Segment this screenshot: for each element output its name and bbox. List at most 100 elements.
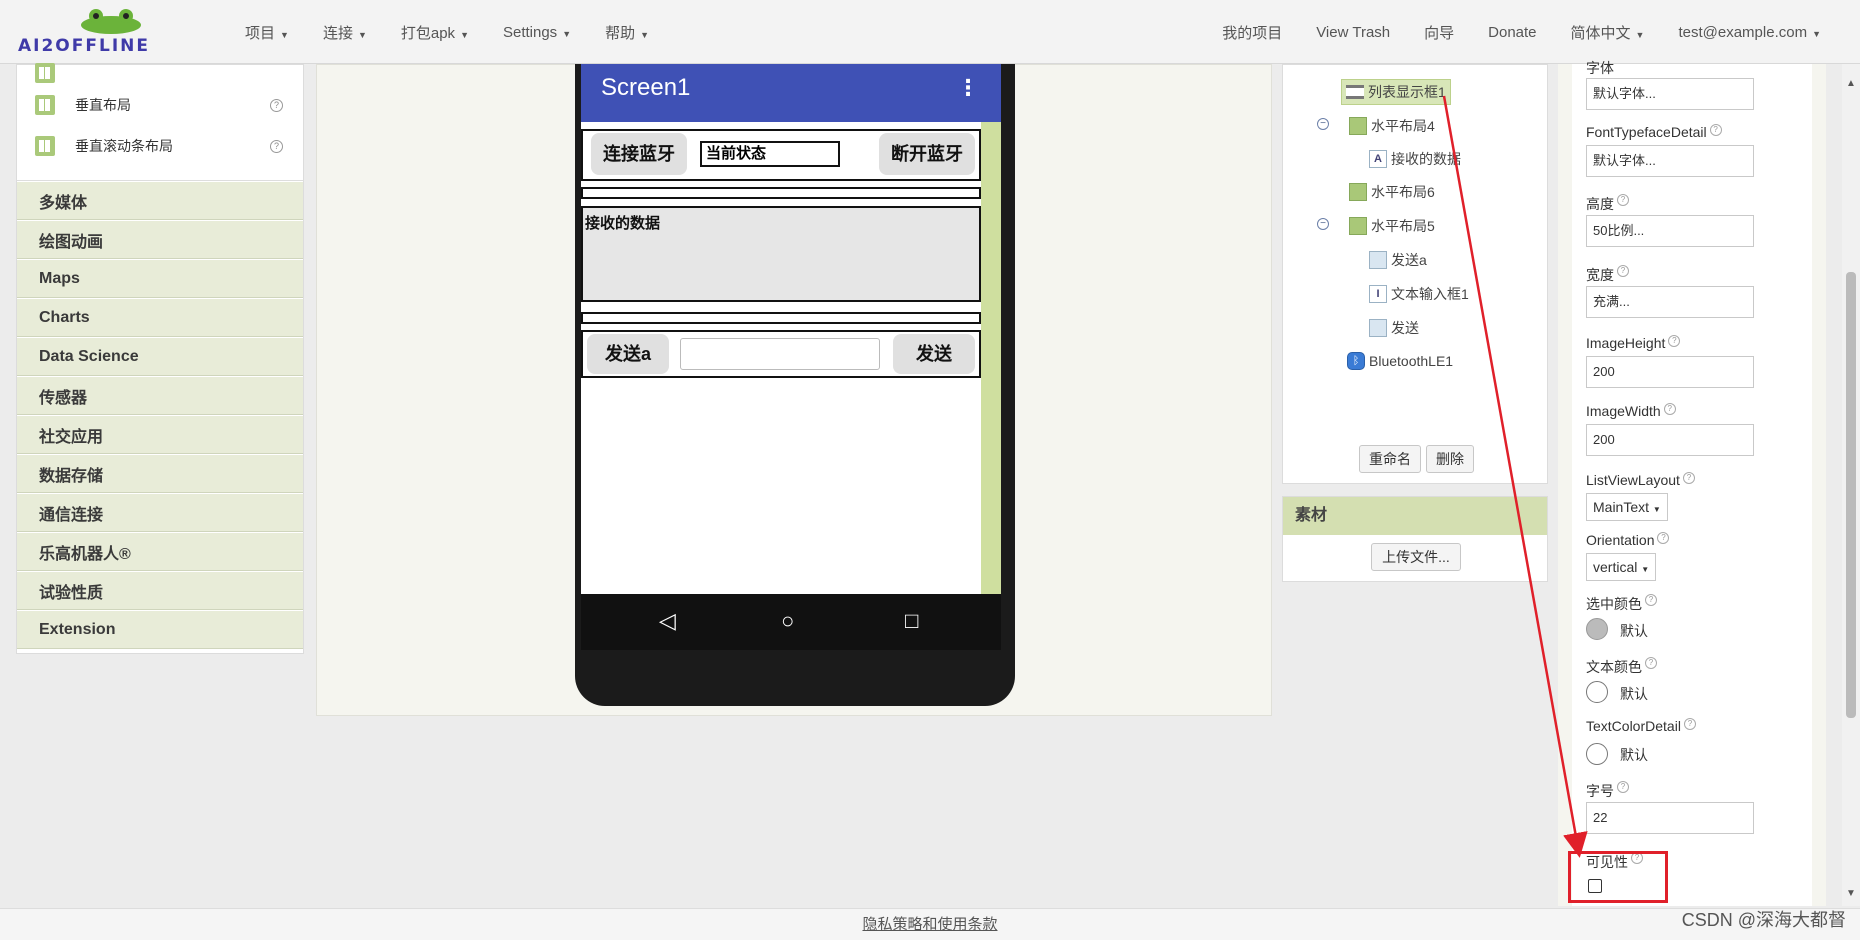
horizontal-arrangement-5[interactable]: 发送a 发送 (581, 330, 981, 378)
delete-button[interactable]: 删除 (1426, 445, 1474, 473)
tree-node-received-label[interactable]: A 接收的数据 (1369, 149, 1461, 169)
horizontal-arrangement-empty-2[interactable] (581, 312, 981, 324)
back-icon[interactable]: ◁ (659, 608, 676, 634)
overflow-menu-icon[interactable]: ⋮ (957, 64, 979, 112)
category-maps[interactable]: Maps (17, 259, 303, 298)
image-height-label: ImageHeight? (1586, 335, 1681, 351)
menu-connect[interactable]: 连接 ▼ (306, 22, 384, 43)
tree-node-horizontal6[interactable]: 水平布局6 (1349, 182, 1435, 202)
tree-node-send[interactable]: 发送 (1369, 318, 1419, 338)
button-icon (1369, 251, 1387, 269)
palette-item-vertical-scroll-arrangement[interactable]: 垂直滚动条布局 ? (35, 132, 297, 160)
account-menu[interactable]: test@example.com ▼ (1661, 24, 1838, 41)
listview-layout-select[interactable]: MainText ▼ (1586, 493, 1668, 521)
font-size-field[interactable]: 22 (1586, 802, 1754, 834)
palette-item-label: 垂直布局 (75, 97, 131, 113)
menu-settings[interactable]: Settings ▼ (486, 24, 588, 41)
home-icon[interactable]: ○ (781, 608, 794, 634)
horizontal-arrangement-empty-1[interactable] (581, 187, 981, 199)
font-field[interactable]: 默认字体... (1586, 78, 1754, 110)
collapse-toggle-icon[interactable]: − (1317, 118, 1329, 130)
height-field[interactable]: 50比例... (1586, 215, 1754, 247)
help-icon[interactable]: ? (1645, 594, 1657, 606)
orientation-label: Orientation? (1586, 532, 1670, 548)
send-button[interactable]: 发送 (893, 334, 975, 374)
scroll-down-icon[interactable]: ▼ (1846, 888, 1856, 899)
menu-help[interactable]: 帮助 ▼ (588, 22, 666, 43)
horizontal-arrangement-1[interactable]: 连接蓝牙 当前状态 断开蓝牙 (581, 129, 981, 181)
image-height-field[interactable]: 200 (1586, 356, 1754, 388)
tree-node-label: 水平布局4 (1371, 118, 1435, 134)
help-icon[interactable]: ? (270, 98, 283, 112)
help-icon[interactable]: ? (270, 139, 283, 153)
view-trash-link[interactable]: View Trash (1299, 24, 1407, 41)
connect-bluetooth-button[interactable]: 连接蓝牙 (591, 133, 687, 175)
category-lego[interactable]: 乐高机器人® (17, 532, 303, 571)
disconnect-bluetooth-button[interactable]: 断开蓝牙 (879, 133, 975, 175)
tree-node-label: 列表显示框1 (1368, 84, 1446, 100)
tree-node-label: 水平布局5 (1371, 218, 1435, 234)
category-social[interactable]: 社交应用 (17, 415, 303, 454)
help-icon[interactable]: ? (1709, 124, 1722, 136)
category-storage[interactable]: 数据存储 (17, 454, 303, 493)
recents-icon[interactable]: □ (905, 608, 918, 634)
tree-node-send-a[interactable]: 发送a (1369, 250, 1427, 270)
category-sensors[interactable]: 传感器 (17, 376, 303, 415)
category-drawing-animation[interactable]: 绘图动画 (17, 220, 303, 259)
category-media[interactable]: 多媒体 (17, 181, 303, 220)
orientation-select[interactable]: vertical ▼ (1586, 553, 1657, 581)
category-extension[interactable]: Extension (17, 610, 303, 649)
tree-node-textbox1[interactable]: I 文本输入框1 (1369, 284, 1469, 304)
menu-project[interactable]: 项目 ▼ (228, 22, 306, 43)
selection-color-value: 默认 (1620, 623, 1648, 639)
received-data-label: 接收的数据 (585, 215, 661, 232)
status-textbox[interactable]: 当前状态 (700, 141, 840, 167)
tree-node-horizontal5[interactable]: 水平布局5 (1349, 216, 1435, 236)
height-label: 高度? (1586, 194, 1629, 214)
help-icon[interactable]: ? (1645, 657, 1657, 669)
scrollbar-thumb[interactable] (1846, 272, 1856, 718)
palette-item-partial[interactable] (35, 59, 297, 87)
category-charts[interactable]: Charts (17, 298, 303, 337)
image-width-field[interactable]: 200 (1586, 424, 1754, 456)
send-a-button[interactable]: 发送a (587, 334, 669, 374)
received-data-list[interactable]: 接收的数据 (581, 206, 981, 302)
privacy-terms-link[interactable]: 隐私策略和使用条款 (862, 916, 997, 933)
font-size-label: 字号? (1586, 781, 1629, 801)
help-icon[interactable]: ? (1682, 472, 1695, 484)
tree-node-horizontal4[interactable]: 水平布局4 (1349, 116, 1435, 136)
help-icon[interactable]: ? (1683, 718, 1696, 730)
category-connectivity[interactable]: 通信连接 (17, 493, 303, 532)
width-field[interactable]: 充满... (1586, 286, 1754, 318)
rename-button[interactable]: 重命名 (1359, 445, 1421, 473)
text-input-1[interactable] (680, 338, 880, 370)
category-data-science[interactable]: Data Science (17, 337, 303, 376)
text-color-swatch[interactable] (1586, 681, 1608, 703)
guide-link[interactable]: 向导 (1407, 22, 1471, 43)
properties-scrollbar[interactable]: ▲ ▼ (1842, 64, 1860, 906)
help-icon[interactable]: ? (1657, 532, 1670, 544)
help-icon[interactable]: ? (1668, 335, 1681, 347)
language-menu[interactable]: 简体中文 ▼ (1554, 22, 1662, 43)
upload-file-button[interactable]: 上传文件... (1371, 543, 1461, 571)
text-color-detail-swatch[interactable] (1586, 743, 1608, 765)
tree-node-bluetoothle1[interactable]: ᛒ BluetoothLE1 (1347, 352, 1453, 370)
selection-color-swatch[interactable] (1586, 618, 1608, 640)
donate-link[interactable]: Donate (1471, 24, 1553, 41)
help-icon[interactable]: ? (1617, 265, 1629, 277)
footer: 隐私策略和使用条款 (0, 908, 1860, 940)
logo[interactable]: AI2OFFLINE (16, 8, 206, 56)
my-projects-link[interactable]: 我的项目 (1205, 22, 1299, 43)
category-experimental[interactable]: 试验性质 (17, 571, 303, 610)
help-icon[interactable]: ? (1663, 403, 1676, 415)
menu-build-apk[interactable]: 打包apk ▼ (384, 22, 486, 43)
tree-node-label: BluetoothLE1 (1369, 353, 1454, 369)
typeface-detail-field[interactable]: 默认字体... (1586, 145, 1754, 177)
collapse-toggle-icon[interactable]: − (1317, 218, 1329, 230)
help-icon[interactable]: ? (1617, 194, 1629, 206)
tree-node-listview1[interactable]: 列表显示框1 (1341, 79, 1451, 105)
palette-item-vertical-arrangement[interactable]: 垂直布局 ? (35, 91, 297, 119)
scroll-up-icon[interactable]: ▲ (1846, 78, 1856, 89)
caret-down-icon: ▼ (1641, 565, 1650, 574)
help-icon[interactable]: ? (1617, 781, 1629, 793)
